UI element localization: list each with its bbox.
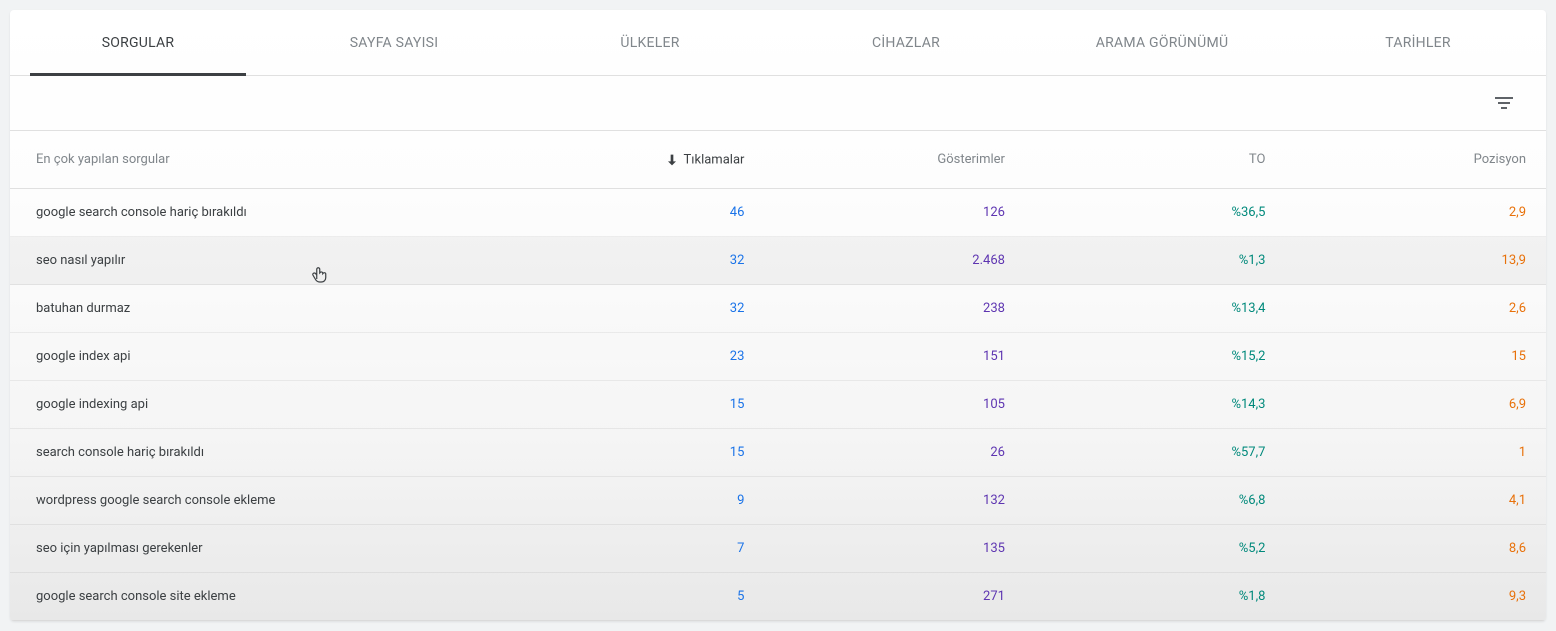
col-label: Gösterimler — [937, 152, 1005, 167]
cell-position: 2,9 — [1285, 189, 1546, 237]
cell-impressions: 238 — [764, 285, 1025, 333]
cell-impressions: 271 — [764, 573, 1025, 621]
cell-ctr: %5,2 — [1025, 525, 1286, 573]
cell-clicks: 9 — [504, 477, 765, 525]
sort-desc-icon — [664, 152, 680, 168]
cell-impressions: 105 — [764, 381, 1025, 429]
tab-label: SORGULAR — [102, 35, 175, 51]
tab-pages[interactable]: SAYFA SAYISI — [266, 10, 522, 75]
table-row[interactable]: search console hariç bırakıldı1526%57,71 — [10, 429, 1546, 477]
table-row[interactable]: google index api23151%15,215 — [10, 333, 1546, 381]
tab-countries[interactable]: ÜLKELER — [522, 10, 778, 75]
table-row[interactable]: seo için yapılması gerekenler7135%5,28,6 — [10, 525, 1546, 573]
cell-ctr: %6,8 — [1025, 477, 1286, 525]
table-row[interactable]: batuhan durmaz32238%13,42,6 — [10, 285, 1546, 333]
cell-position: 15 — [1285, 333, 1546, 381]
cell-ctr: %57,7 — [1025, 429, 1286, 477]
cell-clicks: 15 — [504, 381, 765, 429]
performance-panel: SORGULAR SAYFA SAYISI ÜLKELER CİHAZLAR A… — [10, 10, 1546, 621]
cell-clicks: 46 — [504, 189, 765, 237]
cell-impressions: 135 — [764, 525, 1025, 573]
cell-impressions: 26 — [764, 429, 1025, 477]
col-ctr[interactable]: TO — [1025, 131, 1286, 189]
tab-label: ÜLKELER — [620, 35, 679, 51]
cell-ctr: %36,5 — [1025, 189, 1286, 237]
cell-clicks: 32 — [504, 237, 765, 285]
cell-clicks: 32 — [504, 285, 765, 333]
cell-position: 9,3 — [1285, 573, 1546, 621]
cell-impressions: 151 — [764, 333, 1025, 381]
cell-ctr: %1,8 — [1025, 573, 1286, 621]
cell-position: 2,6 — [1285, 285, 1546, 333]
tab-label: CİHAZLAR — [872, 35, 940, 51]
tab-bar: SORGULAR SAYFA SAYISI ÜLKELER CİHAZLAR A… — [10, 10, 1546, 76]
col-position[interactable]: Pozisyon — [1285, 131, 1546, 189]
cell-clicks: 23 — [504, 333, 765, 381]
tab-queries[interactable]: SORGULAR — [10, 10, 266, 75]
cell-query: wordpress google search console ekleme — [10, 477, 504, 525]
cell-query: google index api — [10, 333, 504, 381]
cell-position: 1 — [1285, 429, 1546, 477]
table-header-row: En çok yapılan sorgular Tıklamalar Göste… — [10, 131, 1546, 189]
cell-query: seo için yapılması gerekenler — [10, 525, 504, 573]
cell-clicks: 5 — [504, 573, 765, 621]
cell-ctr: %14,3 — [1025, 381, 1286, 429]
table-row[interactable]: seo nasıl yapılır322.468%1,313,9 — [10, 237, 1546, 285]
col-clicks[interactable]: Tıklamalar — [504, 131, 765, 189]
tab-label: ARAMA GÖRÜNÜMÜ — [1096, 35, 1229, 51]
cell-ctr: %1,3 — [1025, 237, 1286, 285]
queries-table: En çok yapılan sorgular Tıklamalar Göste… — [10, 130, 1546, 621]
cell-query: batuhan durmaz — [10, 285, 504, 333]
col-impressions[interactable]: Gösterimler — [764, 131, 1025, 189]
cell-ctr: %13,4 — [1025, 285, 1286, 333]
col-label: En çok yapılan sorgular — [36, 152, 170, 167]
tab-dates[interactable]: TARİHLER — [1290, 10, 1546, 75]
table-row[interactable]: wordpress google search console ekleme91… — [10, 477, 1546, 525]
tab-devices[interactable]: CİHAZLAR — [778, 10, 1034, 75]
cell-query: google indexing api — [10, 381, 504, 429]
cell-position: 4,1 — [1285, 477, 1546, 525]
cell-ctr: %15,2 — [1025, 333, 1286, 381]
tab-search-appearance[interactable]: ARAMA GÖRÜNÜMÜ — [1034, 10, 1290, 75]
table-row[interactable]: google search console hariç bırakıldı461… — [10, 189, 1546, 237]
col-query[interactable]: En çok yapılan sorgular — [10, 131, 504, 189]
tab-label: TARİHLER — [1385, 35, 1451, 51]
cell-query: seo nasıl yapılır — [10, 237, 504, 285]
cell-impressions: 2.468 — [764, 237, 1025, 285]
cell-query: google search console hariç bırakıldı — [10, 189, 504, 237]
tab-label: SAYFA SAYISI — [350, 35, 439, 51]
cell-position: 6,9 — [1285, 381, 1546, 429]
col-label: TO — [1249, 152, 1266, 167]
filter-icon[interactable] — [1492, 91, 1516, 115]
table-row[interactable]: google indexing api15105%14,36,9 — [10, 381, 1546, 429]
table-row[interactable]: google search console site ekleme5271%1,… — [10, 573, 1546, 621]
cell-query: search console hariç bırakıldı — [10, 429, 504, 477]
cell-position: 8,6 — [1285, 525, 1546, 573]
cell-impressions: 126 — [764, 189, 1025, 237]
table-toolbar — [10, 76, 1546, 130]
cell-query: google search console site ekleme — [10, 573, 504, 621]
cell-clicks: 7 — [504, 525, 765, 573]
cell-impressions: 132 — [764, 477, 1025, 525]
cell-position: 13,9 — [1285, 237, 1546, 285]
col-label: Tıklamalar — [684, 152, 745, 167]
cell-clicks: 15 — [504, 429, 765, 477]
col-label: Pozisyon — [1474, 152, 1526, 167]
